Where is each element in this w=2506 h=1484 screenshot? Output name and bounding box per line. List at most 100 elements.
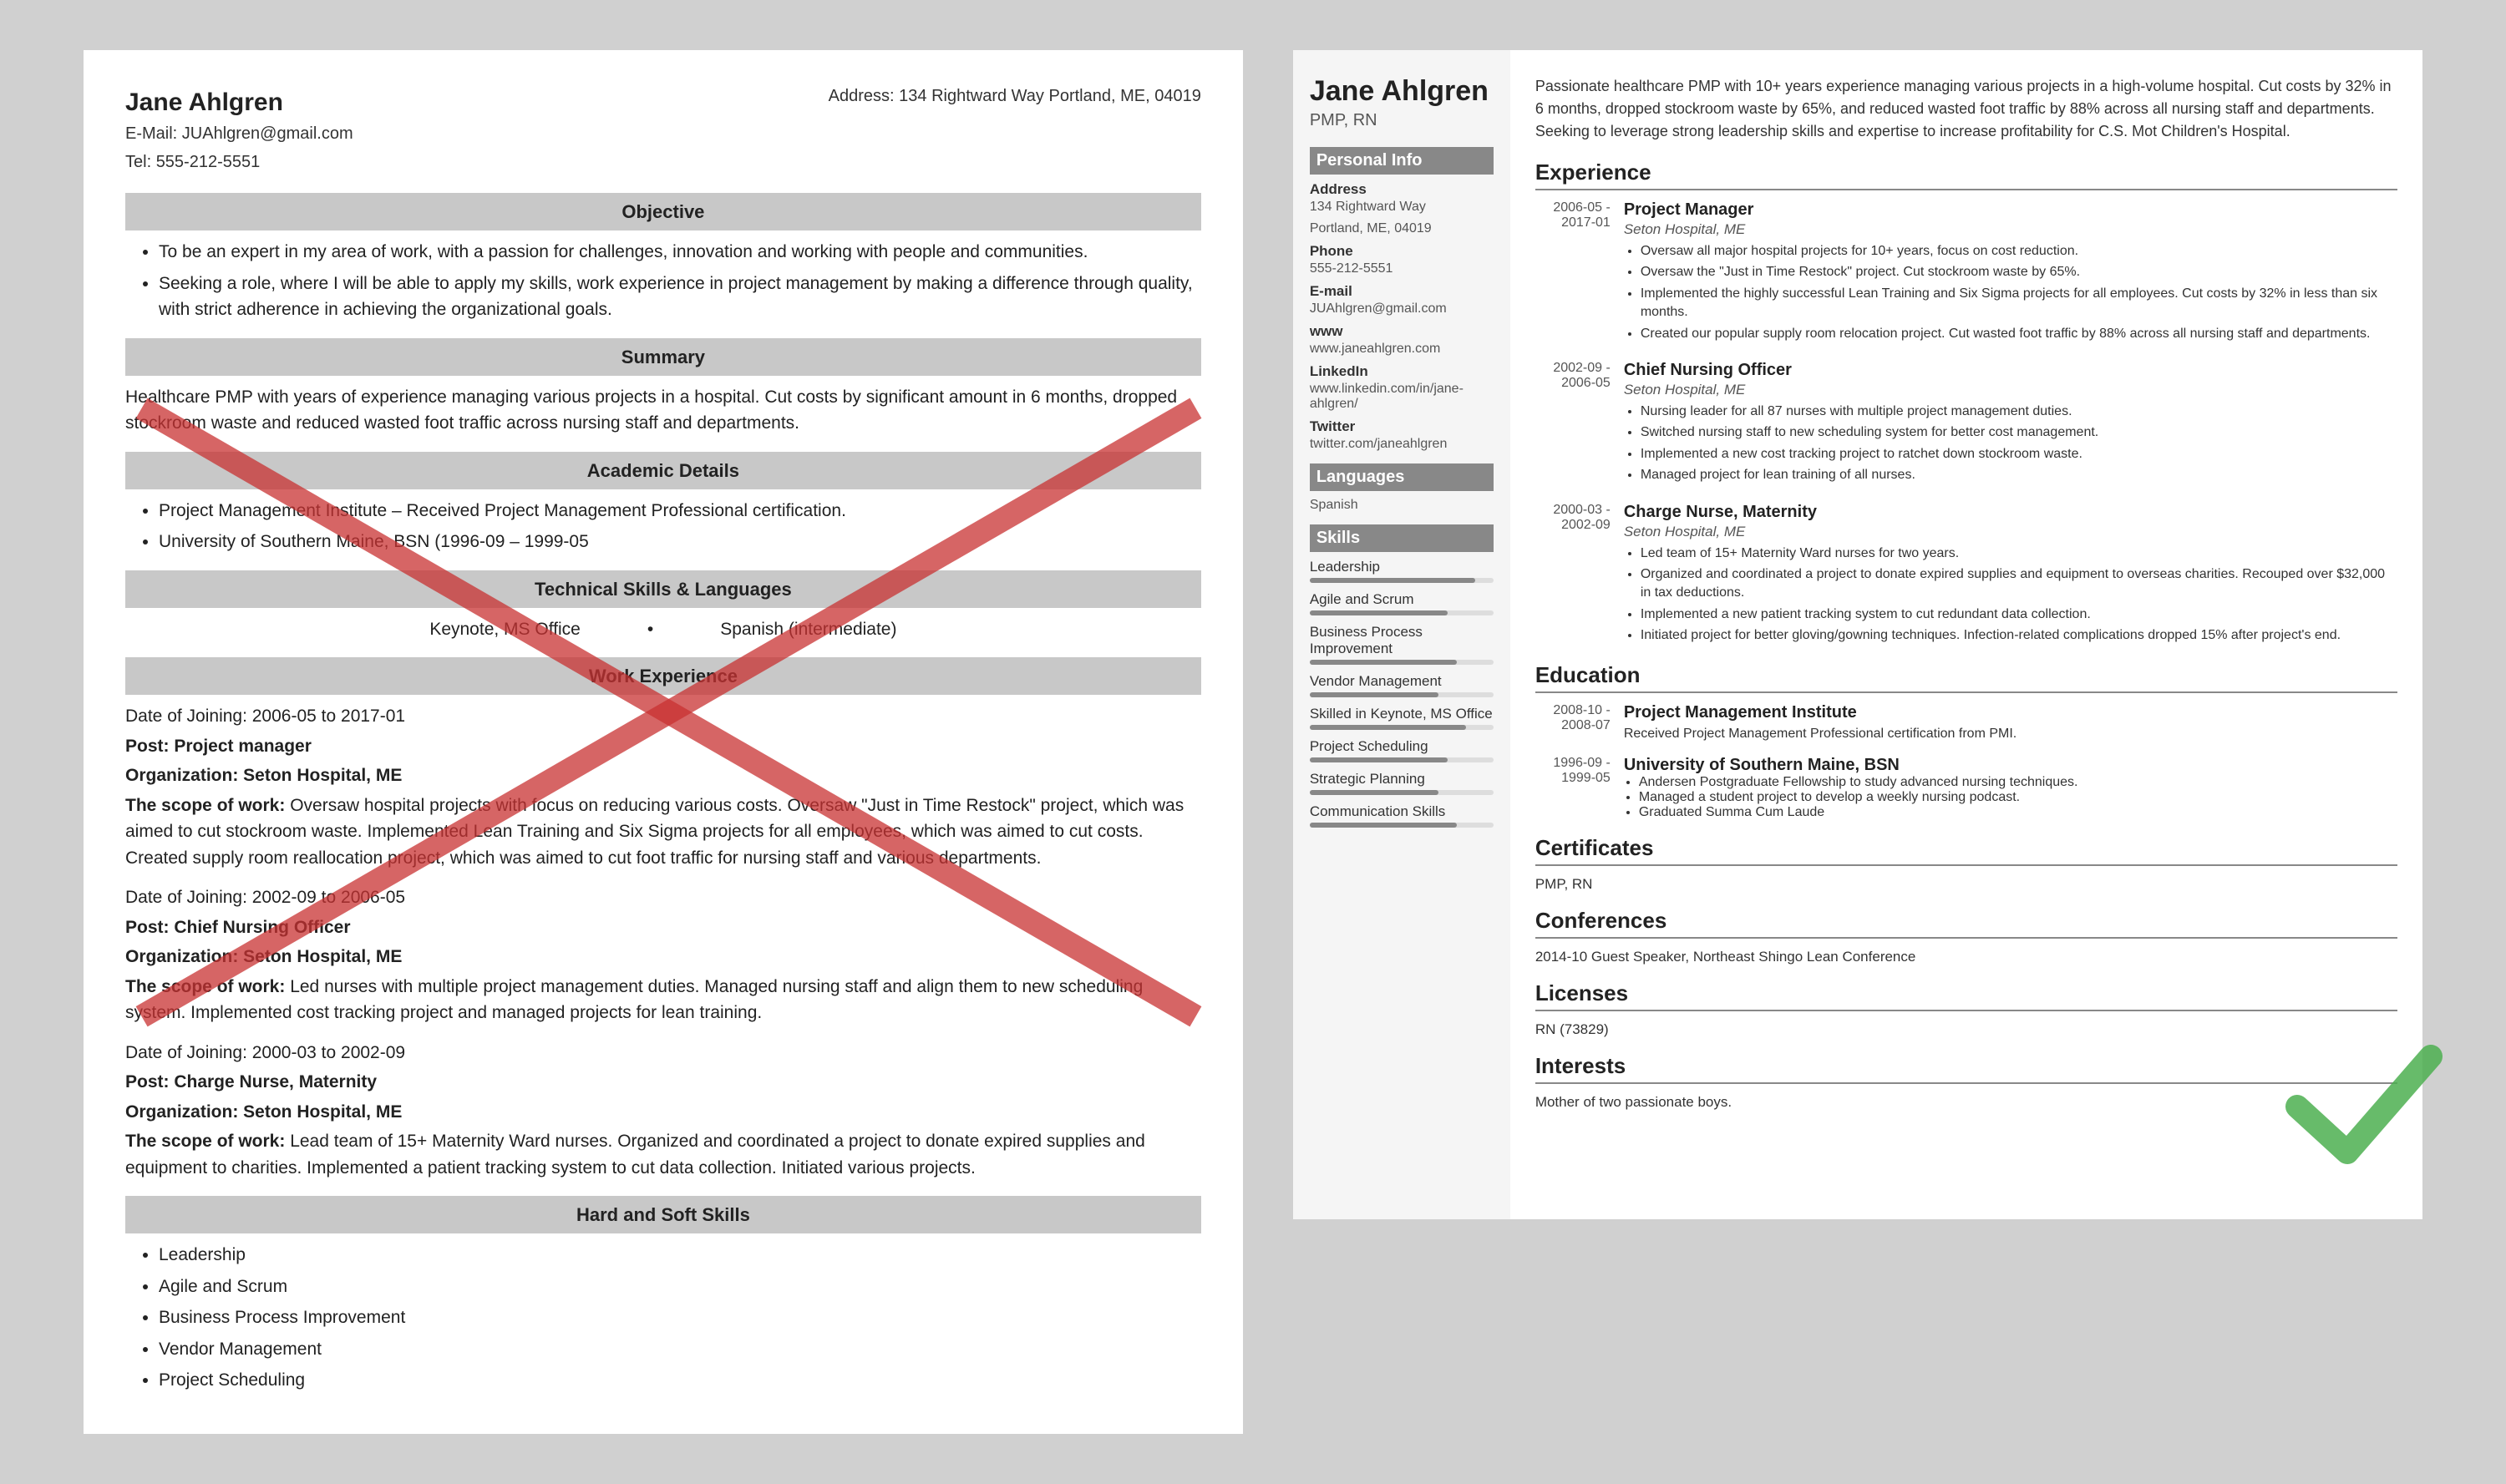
skill-bar-fill-2 [1310, 660, 1457, 665]
exp-bullet: Nursing leader for all 87 nurses with mu… [1641, 403, 2397, 421]
left-resume: Jane Ahlgren E-Mail: JUAhlgren@gmail.com… [84, 50, 1243, 1434]
work2-post: Post: Chief Nursing Officer [125, 914, 1201, 941]
right-credentials: PMP, RN [1310, 111, 1494, 130]
hs-item-4: Vendor Management [159, 1336, 1201, 1363]
exp-org-0: Seton Hospital, ME [1624, 221, 2397, 238]
certificates-title: Certificates [1535, 835, 2397, 866]
skill-name-0: Leadership [1310, 559, 1494, 575]
exp-bullet: Initiated project for better gloving/gow… [1641, 626, 2397, 645]
work2-dates: Date of Joining: 2002-09 to 2006-05 [125, 884, 1201, 911]
exp-dates-0: 2006-05 -2017-01 [1535, 200, 1611, 346]
email-label: E-mail [1310, 283, 1494, 300]
exp-content-0: Project Manager Seton Hospital, ME Overs… [1624, 200, 2397, 346]
experience-list: 2006-05 -2017-01 Project Manager Seton H… [1535, 200, 2397, 647]
right-name: Jane Ahlgren [1310, 75, 1494, 108]
hs-item-1: Leadership [159, 1242, 1201, 1269]
skill-bar-fill-0 [1310, 578, 1475, 583]
tel-value: 555-212-5551 [156, 153, 261, 171]
edu-bullet: Managed a student project to develop a w… [1639, 790, 2078, 805]
twitter-value: twitter.com/janeahlgren [1310, 437, 1494, 452]
work1-org: Organization: Seton Hospital, ME [125, 762, 1201, 789]
objective-bar: Objective [125, 193, 1201, 230]
exp-bullets-1: Nursing leader for all 87 nurses with mu… [1624, 403, 2397, 485]
hard-soft-list: Leadership Agile and Scrum Business Proc… [125, 1242, 1201, 1394]
work3-org: Organization: Seton Hospital, ME [125, 1099, 1201, 1126]
left-email: E-Mail: JUAhlgren@gmail.com [125, 121, 353, 146]
education-title: Education [1535, 662, 2397, 693]
edu-school-1: University of Southern Maine, BSN [1624, 756, 2078, 775]
exp-org-1: Seton Hospital, ME [1624, 382, 2397, 398]
skill-bar-bg-0 [1310, 578, 1494, 583]
skill-bar-fill-4 [1310, 725, 1466, 730]
skill-item-2: Business Process Improvement [1310, 624, 1494, 665]
exp-bullet: Managed project for lean training of all… [1641, 466, 2397, 484]
exp-bullets-2: Led team of 15+ Maternity Ward nurses fo… [1624, 544, 2397, 646]
left-name-block: Jane Ahlgren E-Mail: JUAhlgren@gmail.com… [125, 84, 353, 178]
edu-dates-0: 2008-10 -2008-07 [1535, 703, 1611, 743]
work-entry-3: Date of Joining: 2000-03 to 2002-09 Post… [125, 1040, 1201, 1182]
work3-post: Post: Charge Nurse, Maternity [125, 1069, 1201, 1096]
exp-dates-1: 2002-09 -2006-05 [1535, 361, 1611, 488]
objective-list: To be an expert in my area of work, with… [125, 239, 1201, 323]
exp-entry-1: 2002-09 -2006-05 Chief Nursing Officer S… [1535, 361, 2397, 488]
skill-item-4: Skilled in Keynote, MS Office [1310, 706, 1494, 730]
skill-bar-bg-1 [1310, 610, 1494, 615]
academic-item-1: Project Management Institute – Received … [159, 498, 1201, 524]
skill-bar-bg-7 [1310, 823, 1494, 828]
exp-bullet: Organized and coordinated a project to d… [1641, 565, 2397, 603]
edu-bullets-1: Andersen Postgraduate Fellowship to stud… [1624, 775, 2078, 820]
licenses-title: Licenses [1535, 980, 2397, 1011]
email-value: JUAhlgren@gmail.com [182, 124, 353, 143]
exp-bullets-0: Oversaw all major hospital projects for … [1624, 242, 2397, 343]
phone-label: Phone [1310, 243, 1494, 260]
linkedin-value: www.linkedin.com/in/jane-ahlgren/ [1310, 382, 1494, 412]
email-value: JUAhlgren@gmail.com [1310, 301, 1494, 317]
work-entry-2: Date of Joining: 2002-09 to 2006-05 Post… [125, 884, 1201, 1026]
edu-school-0: Project Management Institute [1624, 703, 2016, 722]
skill-name-2: Business Process Improvement [1310, 624, 1494, 657]
skill-bar-fill-5 [1310, 757, 1448, 762]
skill-bar-fill-6 [1310, 790, 1438, 795]
exp-bullet: Implemented a new cost tracking project … [1641, 445, 2397, 463]
exp-bullet: Implemented the highly successful Lean T… [1641, 285, 2397, 322]
skill-bar-fill-3 [1310, 692, 1438, 697]
objective-item-1: To be an expert in my area of work, with… [159, 239, 1201, 266]
exp-bullet: Created our popular supply room relocati… [1641, 325, 2397, 343]
skill-name-1: Agile and Scrum [1310, 591, 1494, 608]
edu-detail-0: Received Project Management Professional… [1624, 725, 2016, 743]
technical-bar: Technical Skills & Languages [125, 570, 1201, 608]
work3-dates: Date of Joining: 2000-03 to 2002-09 [125, 1040, 1201, 1066]
exp-title-0: Project Manager [1624, 200, 2397, 220]
license-value: RN (73829) [1535, 1021, 2397, 1038]
skill-name-5: Project Scheduling [1310, 738, 1494, 755]
exp-bullet: Switched nursing staff to new scheduling… [1641, 423, 2397, 442]
skill-name-3: Vendor Management [1310, 673, 1494, 690]
skill-bar-bg-4 [1310, 725, 1494, 730]
edu-content-0: Project Management Institute Received Pr… [1624, 703, 2016, 743]
exp-title-1: Chief Nursing Officer [1624, 361, 2397, 380]
right-main: Passionate healthcare PMP with 10+ years… [1510, 50, 2422, 1219]
work-bar: Work Experience [125, 657, 1201, 695]
languages-title: Languages [1310, 463, 1494, 491]
skill-right: Spanish (intermediate) [720, 616, 896, 643]
work1-post: Post: Project manager [125, 733, 1201, 760]
edu-content-1: University of Southern Maine, BSN Anders… [1624, 756, 2078, 820]
address-label: Address [1310, 181, 1494, 198]
objective-item-2: Seeking a role, where I will be able to … [159, 271, 1201, 323]
work1-dates: Date of Joining: 2006-05 to 2017-01 [125, 703, 1201, 730]
skill-item-7: Communication Skills [1310, 803, 1494, 828]
address-line1: 134 Rightward Way [1310, 200, 1494, 215]
left-name: Jane Ahlgren [125, 84, 353, 121]
personal-info-title: Personal Info [1310, 147, 1494, 175]
work2-scope: The scope of work: Led nurses with multi… [125, 974, 1201, 1026]
skill-name-4: Skilled in Keynote, MS Office [1310, 706, 1494, 722]
skill-bar-fill-1 [1310, 610, 1448, 615]
skill-item-1: Agile and Scrum [1310, 591, 1494, 615]
skill-bar-bg-6 [1310, 790, 1494, 795]
address-line2: Portland, ME, 04019 [1310, 221, 1494, 236]
hs-item-3: Business Process Improvement [159, 1304, 1201, 1331]
exp-bullet: Implemented a new patient tracking syste… [1641, 605, 2397, 624]
phone-value: 555-212-5551 [1310, 261, 1494, 276]
academic-bar: Academic Details [125, 452, 1201, 489]
hs-item-2: Agile and Scrum [159, 1274, 1201, 1300]
